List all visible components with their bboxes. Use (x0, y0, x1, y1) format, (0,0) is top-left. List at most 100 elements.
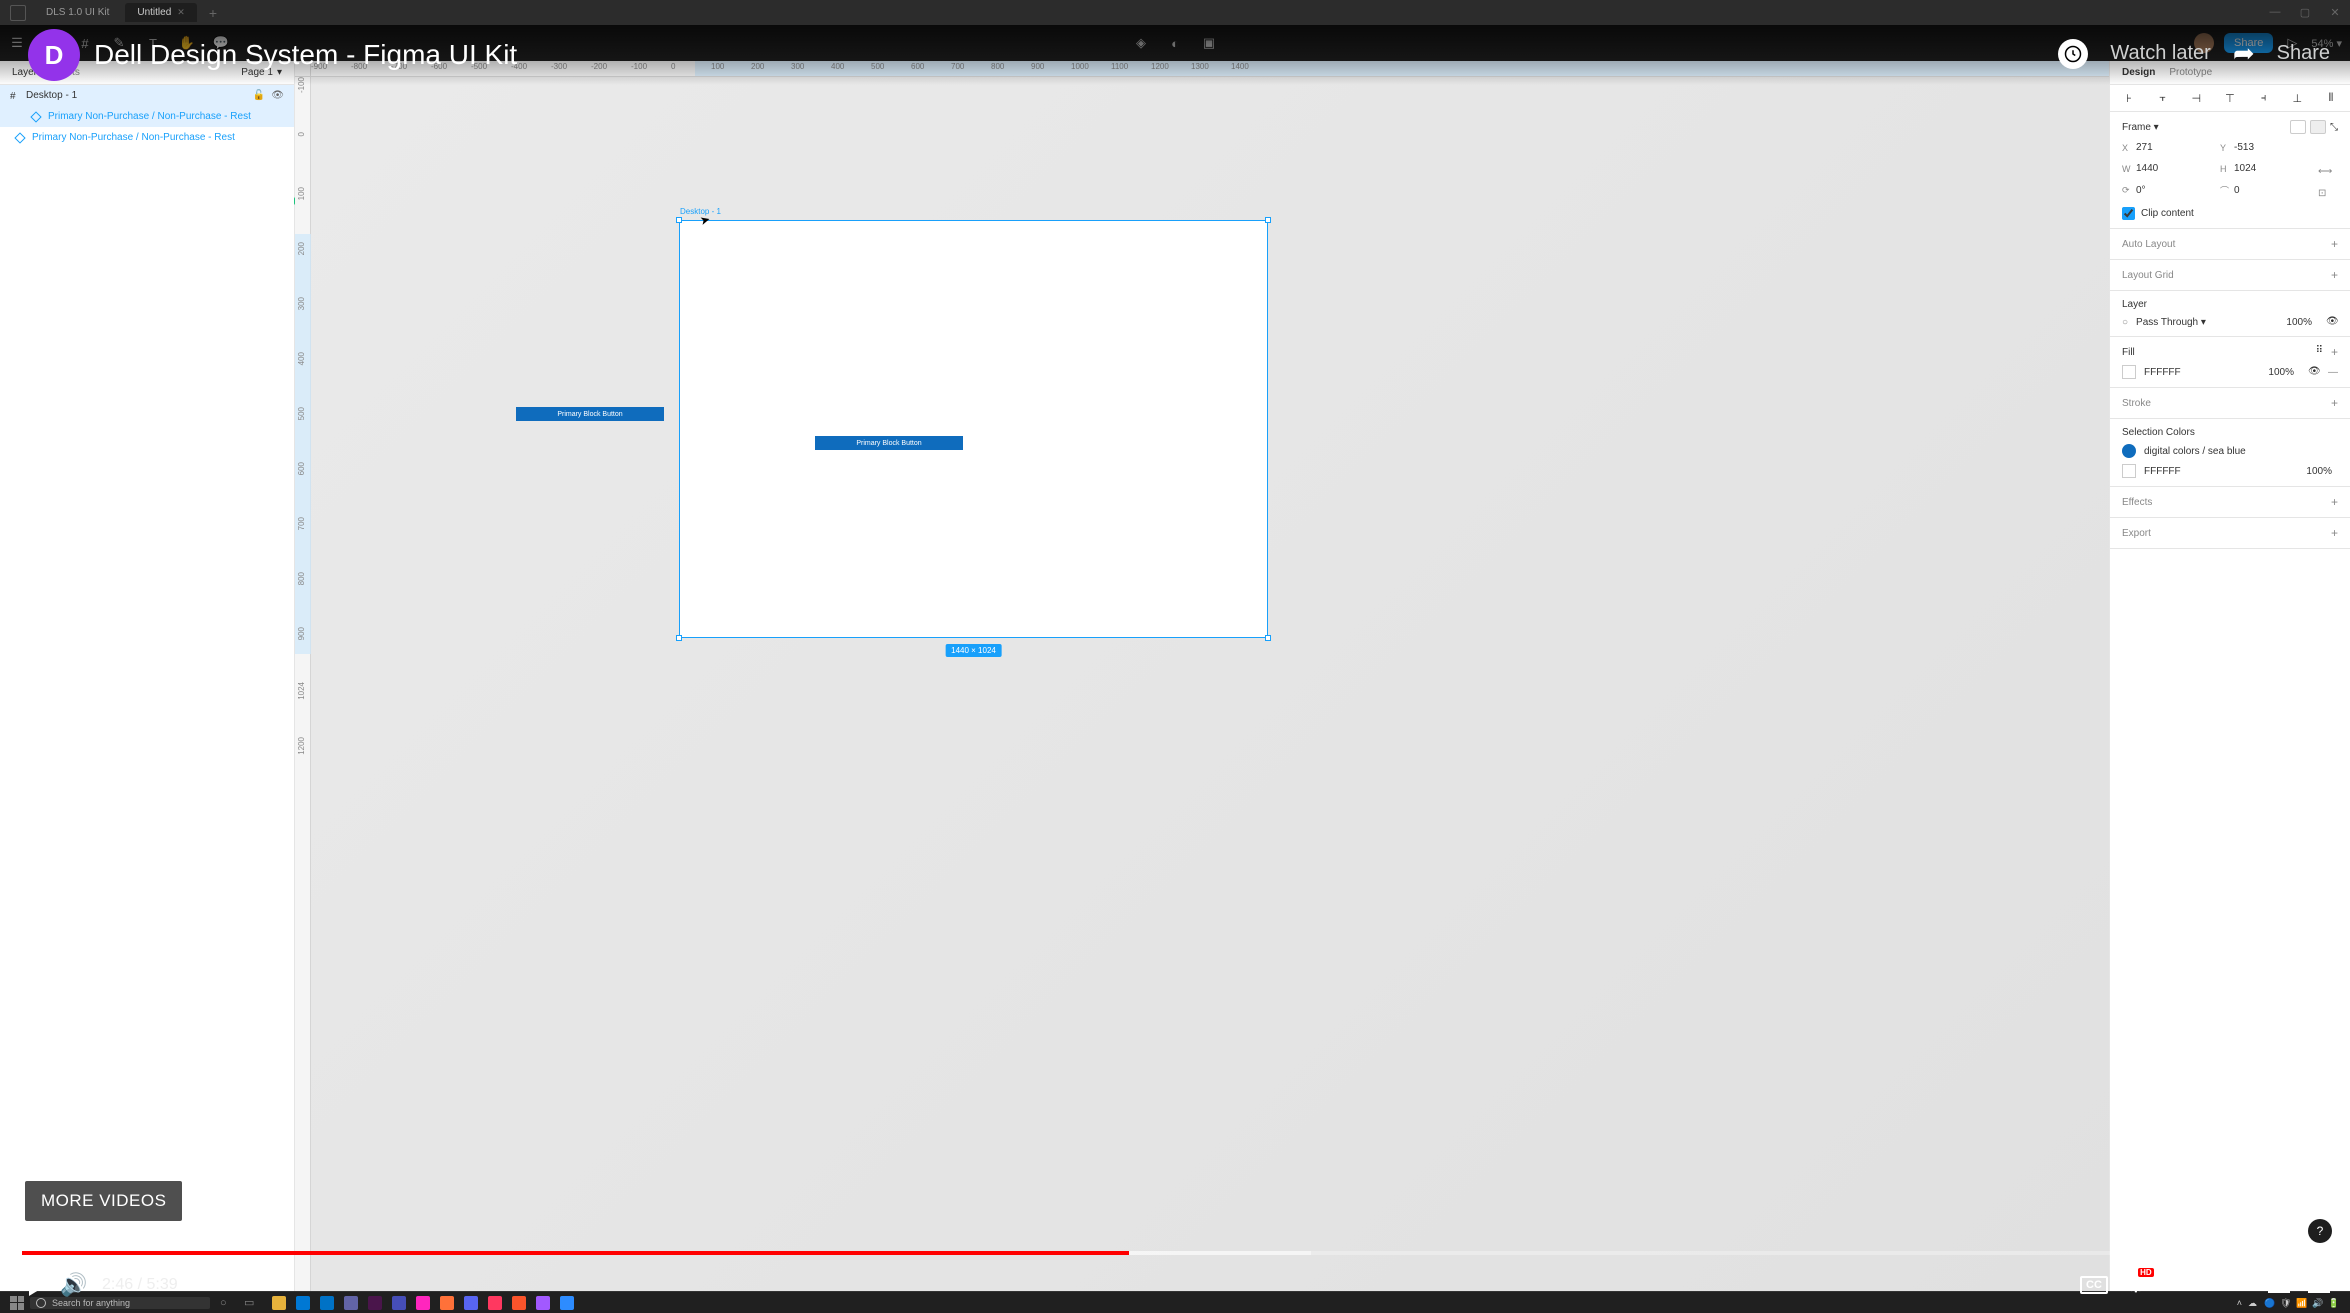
figma-logo-icon[interactable] (10, 5, 26, 21)
file-tab-active[interactable]: Untitled ✕ (125, 3, 196, 22)
landscape-orientation-icon[interactable] (2310, 120, 2326, 134)
add-icon[interactable]: + (2331, 237, 2338, 251)
add-icon[interactable]: + (2331, 396, 2338, 410)
visible-icon[interactable]: 👁 (2308, 366, 2320, 378)
youtube-play-icon (2164, 1280, 2172, 1290)
color-swatch-white[interactable] (2122, 464, 2136, 478)
unlock-icon[interactable]: 🔓 (253, 90, 265, 101)
add-icon[interactable]: + (2331, 526, 2338, 540)
add-icon[interactable]: + (2331, 345, 2338, 359)
stroke-section: Stroke+ (2110, 388, 2350, 419)
align-h-center-icon[interactable]: ⫟ (2156, 91, 2170, 105)
block-button-in-frame[interactable]: Primary Block Button (815, 436, 963, 450)
share-label: Share (2277, 42, 2330, 65)
maximize-icon[interactable]: ▢ (2290, 0, 2320, 24)
selection-handle[interactable] (676, 635, 682, 641)
clip-checkbox-input[interactable] (2122, 207, 2135, 220)
frame-type-row: Frame ▾ ⤡ (2122, 120, 2338, 134)
blend-mode[interactable]: Pass Through ▾ (2136, 317, 2206, 328)
radius-value[interactable]: 0 (2234, 185, 2310, 196)
x-value[interactable]: 271 (2136, 142, 2212, 153)
selection-handle[interactable] (1265, 217, 1271, 223)
export-section: Export + (2110, 518, 2350, 549)
rotation-value[interactable]: 0° (2136, 185, 2212, 196)
play-button[interactable] (20, 1267, 56, 1303)
settings-button[interactable]: ⚙HD (2126, 1272, 2146, 1298)
captions-button[interactable]: CC (2080, 1276, 2108, 1294)
layer-child-label: Primary Non-Purchase / Non-Purchase - Re… (32, 132, 235, 143)
add-icon[interactable]: + (2331, 495, 2338, 509)
remove-icon[interactable]: — (2328, 367, 2338, 378)
selection-handle[interactable] (676, 217, 682, 223)
more-videos-button[interactable]: MORE VIDEOS (25, 1181, 182, 1221)
comment-tool-icon[interactable]: 💬 (212, 34, 230, 52)
frame-section: Frame ▾ ⤡ X271 Y-513 W1440 H1024 ⟷ ⟳0° ⌒… (2110, 112, 2350, 229)
fill-swatch[interactable] (2122, 365, 2136, 379)
h-value[interactable]: 1024 (2234, 163, 2310, 174)
align-left-icon[interactable]: ⊦ (2122, 91, 2136, 105)
radius-label: ⌒ (2220, 184, 2234, 197)
clip-content-checkbox[interactable]: Clip content (2122, 207, 2338, 220)
w-value[interactable]: 1440 (2136, 163, 2212, 174)
selected-frame[interactable]: Desktop - 1 ➤ Primary Block Button 1440 … (679, 220, 1268, 638)
component-icon[interactable]: ◈ (1132, 34, 1150, 52)
help-button[interactable]: ? (2308, 1219, 2332, 1243)
layers-tab-label[interactable]: Layers Assets (12, 67, 80, 78)
text-tool-icon[interactable]: T (144, 34, 162, 52)
left-tool-group: ☰ ▸ # ✎ T ✋ 💬 (8, 34, 230, 52)
watch-later-icon[interactable] (2058, 39, 2088, 69)
block-button-loose[interactable]: Primary Block Button (516, 407, 664, 421)
file-tab-inactive[interactable]: DLS 1.0 UI Kit (34, 3, 121, 22)
effects-section: Effects+ (2110, 487, 2350, 518)
color-swatch-blue[interactable] (2122, 444, 2136, 458)
visible-icon[interactable]: 👁 (2326, 316, 2338, 328)
frame-tool-icon[interactable]: # (76, 34, 94, 52)
boolean-icon[interactable]: ▣ (1200, 34, 1218, 52)
layer-frame-row[interactable]: # Desktop - 1 🔓 👁 (0, 85, 294, 106)
layout-grid-section: Layout Grid+ (2110, 260, 2350, 291)
volume-button[interactable]: 🔊 (56, 1267, 92, 1303)
watch-later-label: Watch later (2110, 42, 2210, 65)
canvas[interactable]: -900-800-700-600-500-400-300-200-1000100… (295, 61, 2109, 1313)
auto-layout-section: Auto Layout+ (2110, 229, 2350, 260)
align-bottom-icon[interactable]: ⊥ (2290, 91, 2304, 105)
canvas-workspace[interactable]: Primary Block Button Desktop - 1 ➤ Prima… (311, 77, 2109, 1313)
styles-icon[interactable]: ⠿ (2316, 345, 2323, 359)
align-right-icon[interactable]: ⊣ (2189, 91, 2203, 105)
window-controls: — ▢ ✕ (2260, 0, 2350, 24)
distribute-icon[interactable]: ⦀ (2324, 91, 2338, 105)
layer-child-selected[interactable]: Primary Non-Purchase / Non-Purchase - Re… (0, 106, 294, 127)
align-top-icon[interactable]: ⊤ (2223, 91, 2237, 105)
progress-bar[interactable] (22, 1251, 2328, 1255)
corners-icon[interactable]: ⊡ (2318, 188, 2338, 199)
ruler-corner (295, 61, 311, 77)
share-arrow-icon[interactable]: ➦ (2233, 38, 2255, 69)
minimize-icon[interactable]: — (2260, 0, 2290, 24)
hand-tool-icon[interactable]: ✋ (178, 34, 196, 52)
close-icon[interactable]: ✕ (177, 7, 185, 18)
add-tab-icon[interactable]: + (201, 5, 225, 21)
close-window-icon[interactable]: ✕ (2320, 0, 2350, 24)
menu-icon[interactable]: ☰ (8, 34, 26, 52)
align-v-center-icon[interactable]: ⫞ (2257, 91, 2271, 105)
fill-pct[interactable]: 100% (2268, 367, 2294, 378)
layer-opacity[interactable]: 100% (2286, 317, 2312, 328)
constrain-icon[interactable]: ⟷ (2318, 166, 2338, 177)
move-tool-icon[interactable]: ▸ (42, 34, 60, 52)
time-display: 2:46 / 5:39 (102, 1276, 178, 1294)
frame-label[interactable]: Frame ▾ (2122, 122, 2159, 133)
fill-hex[interactable]: FFFFFF (2144, 367, 2181, 378)
y-value[interactable]: -513 (2234, 142, 2310, 153)
add-icon[interactable]: + (2331, 268, 2338, 282)
file-tab-label: Untitled (137, 7, 171, 18)
layers-panel-header: Layers Assets Page 1 ▾ (0, 61, 294, 85)
visible-icon[interactable]: 👁 (271, 90, 284, 101)
mask-icon[interactable]: ◐ (1166, 34, 1184, 52)
page-selector[interactable]: Page 1 ▾ (241, 67, 282, 78)
pen-tool-icon[interactable]: ✎ (110, 34, 128, 52)
export-label: Export (2122, 528, 2151, 539)
layer-child-unselected[interactable]: Primary Non-Purchase / Non-Purchase - Re… (0, 127, 294, 148)
resize-fit-icon[interactable]: ⤡ (2330, 122, 2338, 133)
selection-handle[interactable] (1265, 635, 1271, 641)
portrait-orientation-icon[interactable] (2290, 120, 2306, 134)
